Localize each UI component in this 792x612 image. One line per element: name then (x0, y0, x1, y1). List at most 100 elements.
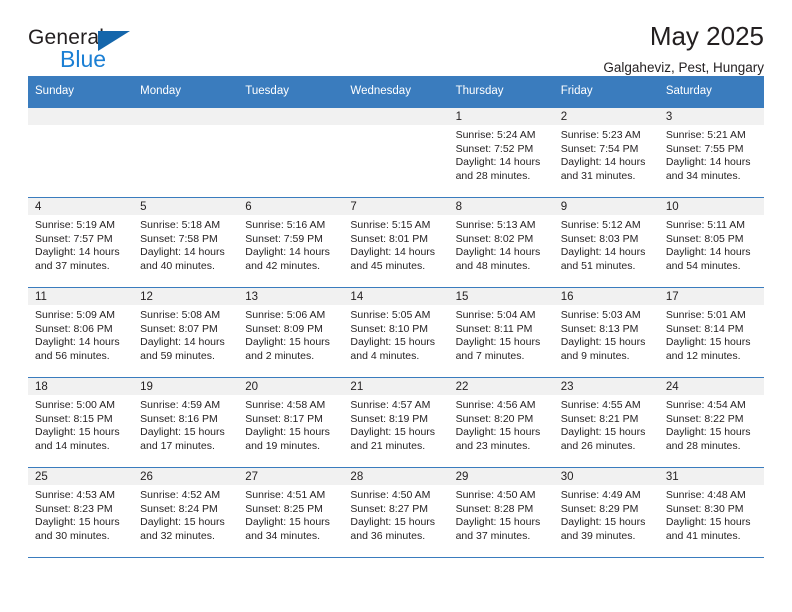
calendar-day-cell[interactable]: 14 Sunrise: 5:05 AM Sunset: 8:10 PM Dayligh… (343, 287, 449, 378)
day-info-line: Sunset: 8:16 PM (140, 412, 218, 425)
day-info-line: and 32 minutes. (140, 529, 215, 542)
day-info-line: Sunrise: 4:48 AM (665, 489, 746, 501)
day-info-line: Sunset: 8:03 PM (560, 232, 639, 245)
calendar-day-cell[interactable]: 31 Sunrise: 4:48 AM Sunset: 8:30 PM Dayligh… (658, 467, 764, 558)
day-number: 21 (343, 378, 449, 395)
day-info-line: and 40 minutes. (140, 259, 215, 272)
calendar-day-cell[interactable]: 25 Sunrise: 4:53 AM Sunset: 8:23 PM Dayligh… (28, 467, 134, 558)
day-info-line: Sunrise: 5:09 AM (35, 309, 115, 321)
day-sun-info: Sunrise: 4:56 AM Sunset: 8:20 PM Daylight:… (449, 395, 554, 453)
day-info-line: Sunrise: 4:50 AM (350, 489, 431, 501)
calendar-day-cell[interactable]: 1 Sunrise: 5:24 AM Sunset: 7:52 PM Daylight… (448, 107, 554, 198)
day-number: 24 (658, 378, 764, 395)
calendar-day-cell[interactable]: 29 Sunrise: 4:50 AM Sunset: 8:28 PM Dayligh… (448, 467, 554, 558)
day-info-line: and 28 minutes. (455, 169, 531, 182)
day-sun-info: Sunrise: 4:55 AM Sunset: 8:21 PM Daylight:… (554, 395, 659, 453)
title-block: May 2025 Galgaheviz, Pest, Hungary (603, 22, 764, 75)
day-info-line: Sunset: 8:01 PM (350, 232, 429, 245)
day-info-line: Sunset: 8:10 PM (350, 322, 429, 335)
day-info-line: Daylight: 15 hours (350, 516, 436, 529)
day-number: 10 (658, 198, 764, 215)
calendar-day-cell[interactable]: 27 Sunrise: 4:51 AM Sunset: 8:25 PM Dayligh… (238, 467, 344, 558)
day-info-line: Daylight: 15 hours (665, 426, 751, 439)
day-number: 5 (133, 198, 239, 215)
calendar-day-cell[interactable]: 12 Sunrise: 5:08 AM Sunset: 8:07 PM Dayligh… (133, 287, 239, 378)
day-info-line: Sunrise: 5:05 AM (350, 309, 431, 321)
day-info-line: and 23 minutes. (455, 439, 531, 452)
day-info-line: Sunrise: 5:15 AM (350, 219, 431, 231)
calendar-day-cell[interactable]: 11 Sunrise: 5:09 AM Sunset: 8:06 PM Dayligh… (28, 287, 134, 378)
day-info-line: Sunset: 8:02 PM (455, 232, 534, 245)
page-title: May 2025 (649, 21, 764, 51)
calendar-day-cell[interactable]: 16 Sunrise: 5:03 AM Sunset: 8:13 PM Dayligh… (553, 287, 659, 378)
day-info-line: Sunrise: 5:23 AM (560, 129, 641, 141)
day-info-line: Sunset: 8:13 PM (560, 322, 639, 335)
day-info-line: and 51 minutes. (560, 259, 636, 272)
calendar-day-cell[interactable]: 9 Sunrise: 5:12 AM Sunset: 8:03 PM Daylight… (553, 197, 659, 288)
day-info-line: and 30 minutes. (35, 529, 110, 542)
calendar-day-cell[interactable]: 4 Sunrise: 5:19 AM Sunset: 7:57 PM Daylight… (28, 197, 134, 288)
day-info-line: Sunset: 8:30 PM (665, 502, 744, 515)
day-info-line: and 39 minutes. (560, 529, 636, 542)
day-info-line: and 34 minutes. (665, 169, 741, 182)
calendar-day-cell[interactable]: 6 Sunrise: 5:16 AM Sunset: 7:59 PM Daylight… (238, 197, 344, 288)
day-info-line: and 59 minutes. (140, 349, 215, 362)
calendar-day-cell[interactable]: 13 Sunrise: 5:06 AM Sunset: 8:09 PM Dayligh… (238, 287, 344, 378)
day-number (28, 108, 134, 125)
calendar-day-cell[interactable]: 23 Sunrise: 4:55 AM Sunset: 8:21 PM Dayligh… (553, 377, 659, 468)
calendar-week-row: 25 Sunrise: 4:53 AM Sunset: 8:23 PM Dayligh… (28, 467, 764, 558)
day-info-line: Sunrise: 4:50 AM (455, 489, 536, 501)
day-sun-info: Sunrise: 5:00 AM Sunset: 8:15 PM Daylight:… (28, 395, 133, 453)
day-info-line: and 4 minutes. (350, 349, 420, 362)
day-info-line: Daylight: 15 hours (245, 426, 330, 439)
day-sun-info: Sunrise: 4:48 AM Sunset: 8:30 PM Daylight:… (659, 485, 764, 543)
calendar-day-cell[interactable]: 3 Sunrise: 5:21 AM Sunset: 7:55 PM Daylight… (658, 107, 764, 198)
calendar-body: 1 Sunrise: 5:24 AM Sunset: 7:52 PM Daylight… (28, 107, 764, 558)
calendar-day-cell[interactable]: 18 Sunrise: 5:00 AM Sunset: 8:15 PM Dayligh… (28, 377, 134, 468)
calendar-day-cell[interactable]: 22 Sunrise: 4:56 AM Sunset: 8:20 PM Dayligh… (448, 377, 554, 468)
logo-text-blue: Blue (60, 46, 107, 72)
calendar-day-cell-empty (28, 107, 134, 198)
day-number: 27 (238, 468, 344, 485)
calendar-day-cell[interactable]: 10 Sunrise: 5:11 AM Sunset: 8:05 PM Dayligh… (658, 197, 764, 288)
day-sun-info: Sunrise: 5:16 AM Sunset: 7:59 PM Daylight:… (238, 215, 343, 273)
calendar-day-cell[interactable]: 28 Sunrise: 4:50 AM Sunset: 8:27 PM Dayligh… (343, 467, 449, 558)
calendar-day-cell[interactable]: 7 Sunrise: 5:15 AM Sunset: 8:01 PM Daylight… (343, 197, 449, 288)
calendar-day-cell[interactable]: 5 Sunrise: 5:18 AM Sunset: 7:58 PM Daylight… (133, 197, 239, 288)
calendar-day-cell-empty (238, 107, 344, 198)
day-number: 14 (343, 288, 449, 305)
day-info-line: Daylight: 15 hours (560, 516, 646, 529)
day-sun-info: Sunrise: 5:23 AM Sunset: 7:54 PM Daylight:… (554, 125, 659, 183)
calendar-day-cell[interactable]: 8 Sunrise: 5:13 AM Sunset: 8:02 PM Daylight… (448, 197, 554, 288)
day-info-line: Sunset: 8:20 PM (455, 412, 534, 425)
day-info-line: Sunset: 8:19 PM (350, 412, 429, 425)
calendar-day-cell[interactable]: 20 Sunrise: 4:58 AM Sunset: 8:17 PM Dayligh… (238, 377, 344, 468)
day-info-line: Sunset: 8:21 PM (560, 412, 639, 425)
day-sun-info: Sunrise: 4:57 AM Sunset: 8:19 PM Daylight:… (343, 395, 448, 453)
day-info-line: and 14 minutes. (35, 439, 110, 452)
calendar-day-cell[interactable]: 24 Sunrise: 4:54 AM Sunset: 8:22 PM Dayligh… (658, 377, 764, 468)
day-sun-info: Sunrise: 5:03 AM Sunset: 8:13 PM Daylight:… (554, 305, 659, 363)
calendar-day-cell[interactable]: 19 Sunrise: 4:59 AM Sunset: 8:16 PM Dayligh… (133, 377, 239, 468)
calendar-day-cell[interactable]: 2 Sunrise: 5:23 AM Sunset: 7:54 PM Daylight… (553, 107, 659, 198)
general-blue-logo: General Blue (28, 26, 148, 74)
day-number: 2 (553, 108, 659, 125)
calendar-day-cell[interactable]: 17 Sunrise: 5:01 AM Sunset: 8:14 PM Dayligh… (658, 287, 764, 378)
day-sun-info: Sunrise: 4:53 AM Sunset: 8:23 PM Daylight:… (28, 485, 133, 543)
day-sun-info: Sunrise: 4:52 AM Sunset: 8:24 PM Daylight:… (133, 485, 238, 543)
calendar-week-row: 18 Sunrise: 5:00 AM Sunset: 8:15 PM Dayligh… (28, 377, 764, 468)
day-sun-info: Sunrise: 5:15 AM Sunset: 8:01 PM Daylight:… (343, 215, 448, 273)
day-info-line: Sunset: 8:29 PM (560, 502, 639, 515)
calendar-day-cell[interactable]: 30 Sunrise: 4:49 AM Sunset: 8:29 PM Dayligh… (553, 467, 659, 558)
day-info-line: Daylight: 14 hours (245, 246, 330, 259)
day-info-line: Daylight: 14 hours (35, 336, 120, 349)
calendar-day-cell[interactable]: 21 Sunrise: 4:57 AM Sunset: 8:19 PM Dayligh… (343, 377, 449, 468)
calendar-day-cell[interactable]: 26 Sunrise: 4:52 AM Sunset: 8:24 PM Dayligh… (133, 467, 239, 558)
day-info-line: Sunrise: 5:04 AM (455, 309, 536, 321)
day-info-line: Daylight: 15 hours (35, 426, 120, 439)
day-info-line: Daylight: 14 hours (35, 246, 120, 259)
day-info-line: Daylight: 15 hours (560, 426, 646, 439)
calendar-day-cell[interactable]: 15 Sunrise: 5:04 AM Sunset: 8:11 PM Dayligh… (448, 287, 554, 378)
day-info-line: and 26 minutes. (560, 439, 636, 452)
day-info-line: Daylight: 15 hours (140, 516, 225, 529)
